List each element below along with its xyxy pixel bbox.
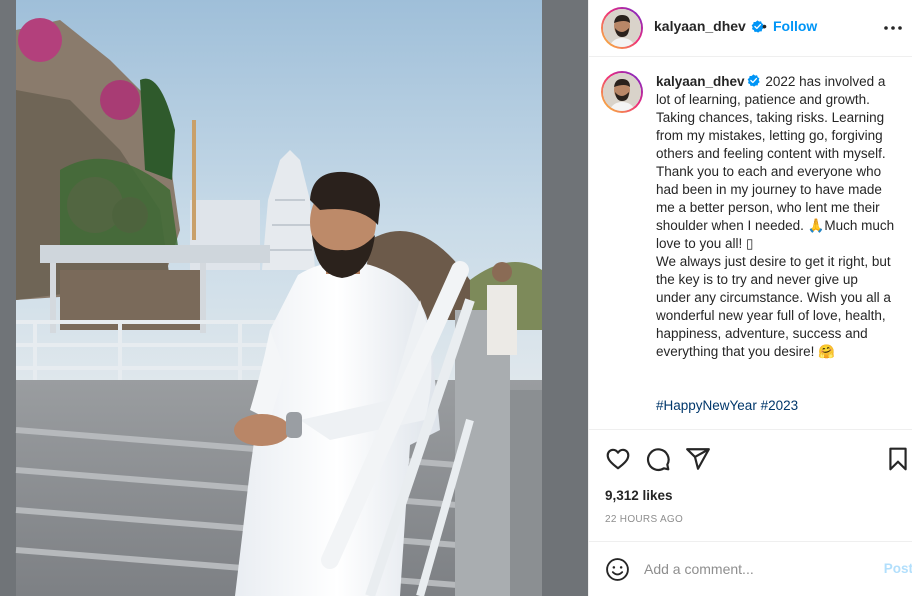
caption-text-block: kalyaan_dhev 2022 has involved a lot of … bbox=[656, 73, 896, 361]
emoji-icon[interactable] bbox=[605, 557, 630, 582]
post-image bbox=[0, 0, 588, 596]
avatar-photo bbox=[603, 73, 641, 111]
send-icon[interactable] bbox=[685, 446, 711, 472]
header-username[interactable]: kalyaan_dhev bbox=[654, 18, 764, 34]
like-count[interactable]: 9,312 likes bbox=[605, 488, 673, 503]
header-separator: • bbox=[762, 18, 767, 34]
verified-badge-icon bbox=[747, 74, 760, 87]
post-comment-button[interactable]: Post bbox=[884, 561, 912, 576]
caption-section: kalyaan_dhev 2022 has involved a lot of … bbox=[589, 57, 912, 429]
heart-icon[interactable] bbox=[605, 446, 631, 472]
bookmark-icon[interactable] bbox=[885, 446, 911, 472]
action-bar: 9,312 likes 22 HOURS AGO bbox=[589, 429, 912, 541]
comment-icon[interactable] bbox=[645, 446, 671, 472]
caption-username[interactable]: kalyaan_dhev bbox=[656, 74, 745, 89]
username-text[interactable]: kalyaan_dhev bbox=[654, 18, 746, 34]
hashtag-link[interactable]: #2023 bbox=[761, 398, 799, 413]
hashtags: #HappyNewYear #2023 bbox=[656, 398, 798, 413]
more-horizontal-icon[interactable] bbox=[881, 16, 905, 40]
caption-body: 2022 has involved a lot of learning, pat… bbox=[656, 74, 895, 359]
comment-bar: Post bbox=[589, 541, 912, 596]
caption-avatar[interactable] bbox=[601, 71, 643, 113]
post-header: kalyaan_dhev • Follow bbox=[589, 0, 912, 57]
avatar[interactable] bbox=[601, 7, 643, 49]
hashtag-link[interactable]: #HappyNewYear bbox=[656, 398, 757, 413]
avatar-photo bbox=[603, 9, 641, 47]
post-panel: kalyaan_dhev • Follow kalyaan_dhev 2022 … bbox=[588, 0, 912, 596]
post-timestamp[interactable]: 22 HOURS AGO bbox=[605, 514, 683, 525]
comment-input[interactable] bbox=[644, 556, 859, 582]
follow-button[interactable]: Follow bbox=[773, 18, 817, 34]
post-photo[interactable] bbox=[0, 0, 588, 596]
